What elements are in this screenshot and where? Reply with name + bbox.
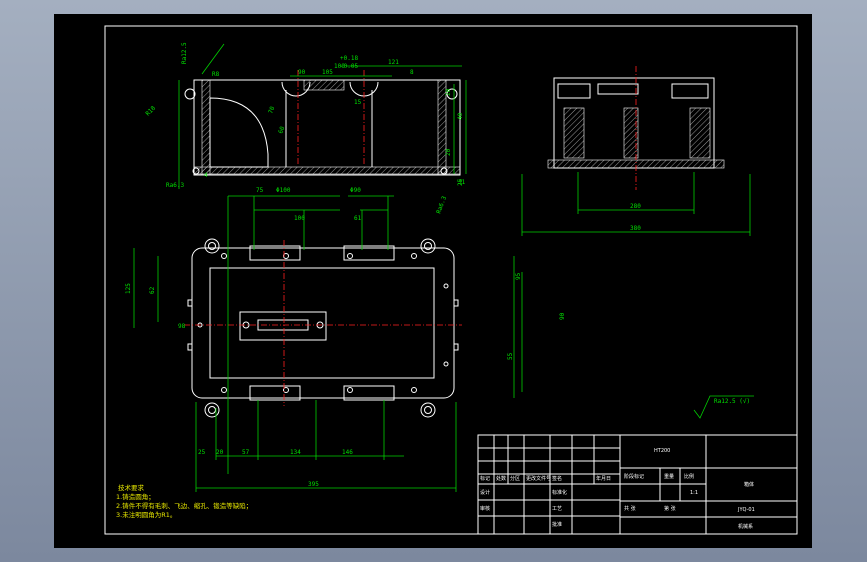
tb-label-13: 比例 xyxy=(684,473,694,480)
dim-top-9: 55 xyxy=(507,352,514,360)
tb-label-12: 重量 xyxy=(664,473,674,480)
tb-label-2: 分区 xyxy=(510,475,520,482)
dim-top-8: 95 xyxy=(515,272,522,280)
dim-top-4: 61 xyxy=(354,215,362,222)
dim-top-14: 134 xyxy=(290,449,301,456)
dim-top-5: Ra6.3 xyxy=(435,195,448,215)
dim-side-17: -0.05 xyxy=(340,63,358,70)
tb-label-7: 标准化 xyxy=(552,489,567,496)
tb-label-9: 工艺 xyxy=(552,506,562,512)
dim-top-3: 100 xyxy=(294,215,305,222)
dim-side-8: 20 xyxy=(445,88,452,96)
dim-section-0: 280 xyxy=(630,203,641,210)
section-view xyxy=(521,66,751,236)
dim-top-0: 75 xyxy=(256,187,264,194)
dim-section-1: 380 xyxy=(630,225,641,232)
tb-label-1: 处数 xyxy=(496,475,506,482)
dim-side-19: 8 xyxy=(410,69,414,76)
dim-side-14: 60 xyxy=(277,125,286,135)
dim-side-12: 70 xyxy=(267,105,276,115)
tech-requirements-title: 技术要求 xyxy=(118,483,145,492)
tb-label-14: 共 张 xyxy=(624,505,636,512)
dim-top-13: 57 xyxy=(242,449,250,456)
drawing-canvas: Ra12.5 R8 R18 Ra6.3 90 105 100 121 20 40… xyxy=(104,25,798,535)
dim-top-17: 25 xyxy=(198,449,206,456)
top-view xyxy=(133,195,523,492)
dim-side-2: R18 xyxy=(144,105,157,118)
dim-side-9: 40 xyxy=(457,112,464,120)
tb-label-3: 更改文件号 xyxy=(526,475,551,482)
dim-side-1: R8 xyxy=(212,71,220,78)
side-view xyxy=(178,43,467,189)
dim-side-13: 31 xyxy=(458,179,466,186)
tb-material: HT200 xyxy=(654,448,670,454)
cad-viewport[interactable]: Ra12.5 R8 R18 Ra6.3 90 105 100 121 20 40… xyxy=(54,14,812,548)
dim-side-15: 4 xyxy=(204,172,208,179)
tb-school: 机械系 xyxy=(738,523,753,530)
dim-side-10: 20 xyxy=(445,148,452,156)
dim-top-7: 62 xyxy=(149,286,156,294)
tech-requirement-1: 1.铸造圆角； xyxy=(116,492,155,501)
tb-label-5: 年月日 xyxy=(596,475,611,482)
tb-part-name: 箱体 xyxy=(744,481,754,488)
tb-label-0: 标记 xyxy=(480,475,490,482)
tb-label-15: 第 张 xyxy=(664,505,676,512)
tech-requirement-2: 2.铸件不得有毛刺、飞边、缩孔、锻造等缺陷； xyxy=(116,501,252,510)
roughness-note: Ra12.5 (√) xyxy=(714,398,750,405)
dim-side-4: 90 xyxy=(298,69,306,76)
tb-label-4: 签名 xyxy=(552,475,562,482)
dim-top-16: 395 xyxy=(308,481,319,488)
dim-side-0: Ra12.5 xyxy=(181,42,188,64)
dim-side-18: 15 xyxy=(354,99,362,106)
tb-label-10: 批准 xyxy=(552,521,562,528)
dim-top-15: 146 xyxy=(342,449,353,456)
tb-label-6: 设计 xyxy=(480,489,490,496)
dim-top-10: 90 xyxy=(559,312,566,320)
dim-side-5: 105 xyxy=(322,69,333,76)
tb-scale: 1:1 xyxy=(690,490,698,496)
dim-side-7: 121 xyxy=(388,59,399,66)
tb-label-8: 审核 xyxy=(480,505,490,512)
tb-drawing-no: JYQ-01 xyxy=(737,507,755,513)
tb-label-11: 阶段标记 xyxy=(624,473,644,480)
dim-top-6: 125 xyxy=(125,283,132,294)
dim-top-1: Φ100 xyxy=(276,187,291,194)
dim-top-11: 98 xyxy=(178,323,186,330)
dim-side-16: +0.18 xyxy=(340,55,358,62)
tech-requirement-3: 3.未注明圆角为R1。 xyxy=(116,510,176,519)
dim-side-3: Ra6.3 xyxy=(166,182,184,189)
dim-top-2: Φ90 xyxy=(350,187,361,194)
dim-top-12: 20 xyxy=(216,449,224,456)
